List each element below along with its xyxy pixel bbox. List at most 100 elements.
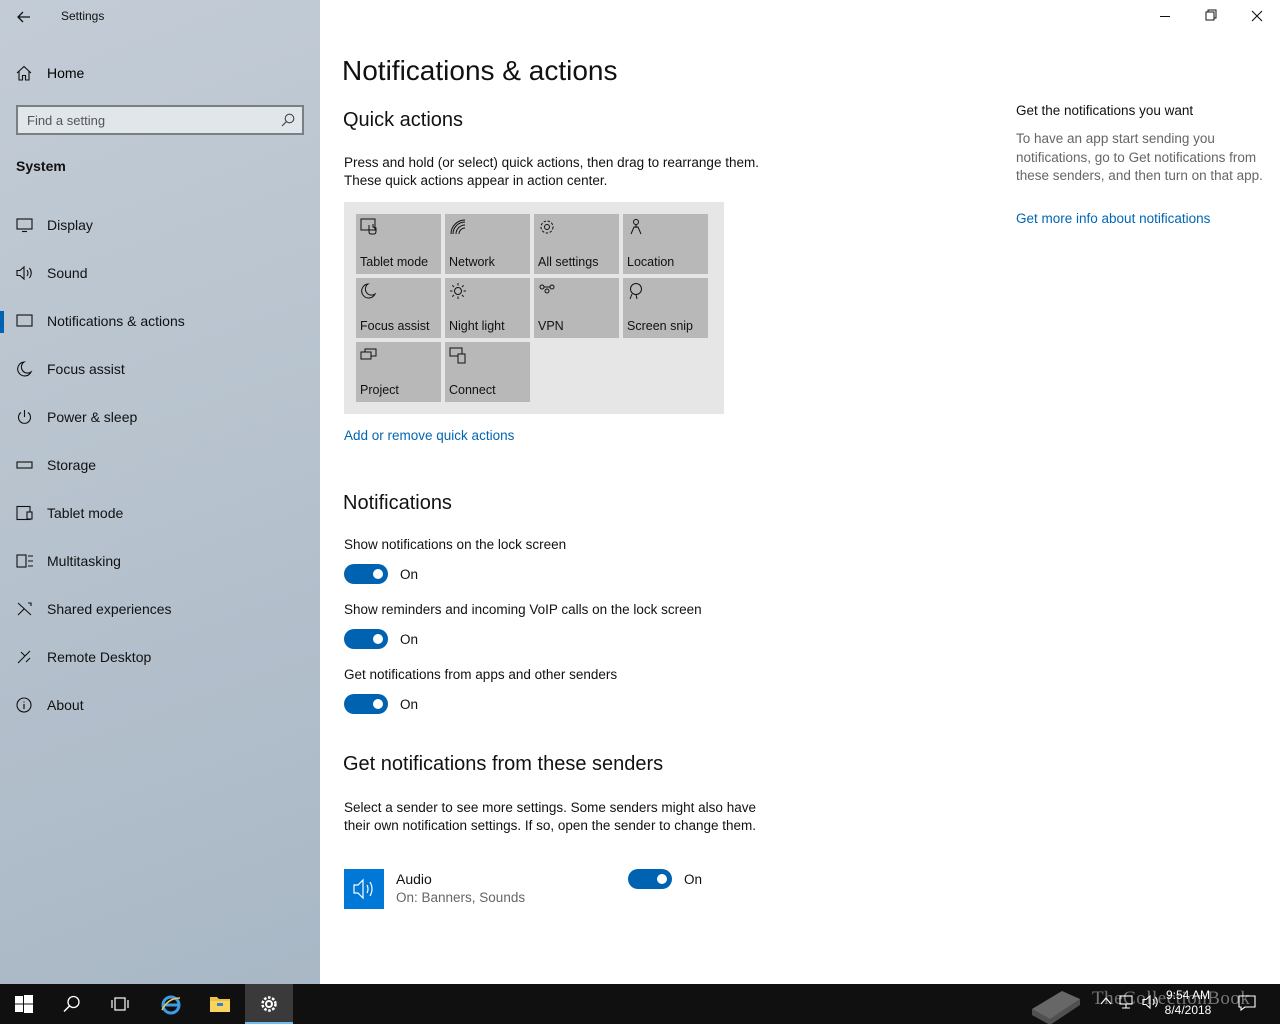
sidebar-item-home[interactable]: Home [0,58,320,88]
power-icon [16,409,34,425]
file-explorer-button[interactable] [195,984,243,1024]
search-taskbar-button[interactable] [48,984,96,1024]
sender-name[interactable]: Audio [396,871,432,887]
sidebar-item-label: Notifications & actions [47,313,185,329]
home-label: Home [47,65,85,81]
shared-icon [16,601,34,617]
restore-icon [1205,9,1217,21]
quick-action-tile[interactable]: Location [623,214,708,274]
tile-label: Focus assist [360,319,430,333]
home-icon [16,65,32,86]
display-icon [16,217,34,233]
remote-icon [16,649,34,665]
tile-label: Tablet mode [360,255,429,269]
app-notifications-toggle[interactable] [344,694,388,714]
reminders-voip-toggle[interactable] [344,629,388,649]
connect-icon [449,346,467,364]
gear-icon [261,996,277,1012]
internet-explorer-button[interactable] [146,984,194,1024]
quick-action-tile[interactable]: Connect [445,342,530,402]
quick-action-tile[interactable]: Focus assist [356,278,441,338]
sidebar-item-about[interactable]: About [0,685,320,725]
sidebar-item-focus-assist[interactable]: Focus assist [0,349,320,389]
minimize-icon [1160,16,1170,17]
audio-sender-toggle[interactable] [628,869,672,889]
action-center-button[interactable] [1238,995,1256,1016]
sidebar-item-notifications[interactable]: Notifications & actions [0,301,320,341]
toggle-state: On [684,872,703,887]
sidebar-item-storage[interactable]: Storage [0,445,320,485]
sidebar-item-label: Tablet mode [47,505,124,521]
tile-label: Screen snip [627,319,694,333]
chevron-up-icon [1100,997,1112,1005]
quick-action-tile[interactable]: Project [356,342,441,402]
multitasking-icon [16,553,34,569]
notifications-heading: Notifications [343,492,452,514]
speaker-icon [16,265,34,281]
quick-actions-heading: Quick actions [343,109,464,131]
toggle-state: On [400,632,419,647]
sidebar-item-label: Remote Desktop [47,649,152,665]
side-panel-title: Get the notifications you want [1016,103,1194,118]
close-icon [1251,10,1263,22]
settings-taskbar-button[interactable] [245,984,293,1024]
network-icon [1119,995,1133,1009]
sidebar-item-label: Sound [47,265,88,281]
sidebar-item-sound[interactable]: Sound [0,253,320,293]
setting-label: Get notifications from apps and other se… [344,667,618,682]
sidebar-item-multitasking[interactable]: Multitasking [0,541,320,581]
show-hidden-icons-button[interactable] [1099,994,1113,1013]
search-icon[interactable] [281,113,295,132]
back-button[interactable] [12,6,36,28]
setting-label: Show notifications on the lock screen [344,537,567,552]
quick-action-tile[interactable]: Screen snip [623,278,708,338]
quick-action-tile[interactable]: Night light [445,278,530,338]
tile-label: Night light [449,319,505,333]
toggle-state: On [400,567,419,582]
quick-action-tile[interactable]: All settings [534,214,619,274]
tablet-mode-icon [360,218,378,236]
quick-action-tile[interactable]: VPN [534,278,619,338]
main-content: Notifications & actions Quick actions Pr… [320,0,1280,984]
sidebar-item-display[interactable]: Display [0,205,320,245]
action-center-icon [1238,995,1256,1012]
sender-detail: On: Banners, Sounds [396,890,526,905]
clock-date: 8/4/2018 [1164,1003,1212,1017]
quick-action-tile[interactable]: Network [445,214,530,274]
speaker-icon [353,878,373,900]
restore-button[interactable] [1188,0,1234,32]
close-button[interactable] [1234,0,1280,32]
windows-logo-icon [15,995,33,1013]
quick-action-tile[interactable]: Tablet mode [356,214,441,274]
toggle-knob [657,874,667,884]
clock[interactable]: 9:54 AM 8/4/2018 [1158,988,1218,1018]
sidebar-item-label: Storage [47,457,97,473]
sidebar-item-label: About [47,697,84,713]
clock-time: 9:54 AM [1165,988,1211,1002]
audio-sender-icon[interactable] [344,869,384,909]
tile-label: Connect [449,383,496,397]
sidebar-item-shared-experiences[interactable]: Shared experiences [0,589,320,629]
sidebar-item-label: Multitasking [47,553,121,569]
search-input[interactable] [18,107,272,133]
lock-screen-notifications-toggle[interactable] [344,564,388,584]
task-view-button[interactable] [96,984,144,1024]
network-tray-button[interactable] [1118,994,1136,1015]
network-icon [449,218,467,236]
vpn-icon [538,282,556,300]
senders-heading: Get notifications from these senders [343,753,664,775]
quick-actions-panel: Tablet mode Network All settings Locatio… [344,202,724,414]
screen-snip-icon [627,282,645,300]
sidebar-item-tablet-mode[interactable]: Tablet mode [0,493,320,533]
taskbar [0,984,1280,1024]
internet-explorer-icon [161,995,181,1015]
notifications-info-link[interactable]: Get more info about notifications [1016,211,1210,226]
storage-icon [16,457,34,473]
add-remove-quick-actions-link[interactable]: Add or remove quick actions [344,428,514,443]
sidebar-item-remote-desktop[interactable]: Remote Desktop [0,637,320,677]
minimize-button[interactable] [1142,0,1188,32]
sidebar-item-power-sleep[interactable]: Power & sleep [0,397,320,437]
search-box[interactable] [16,105,304,135]
start-button[interactable] [0,984,48,1024]
back-arrow-icon [17,11,30,23]
